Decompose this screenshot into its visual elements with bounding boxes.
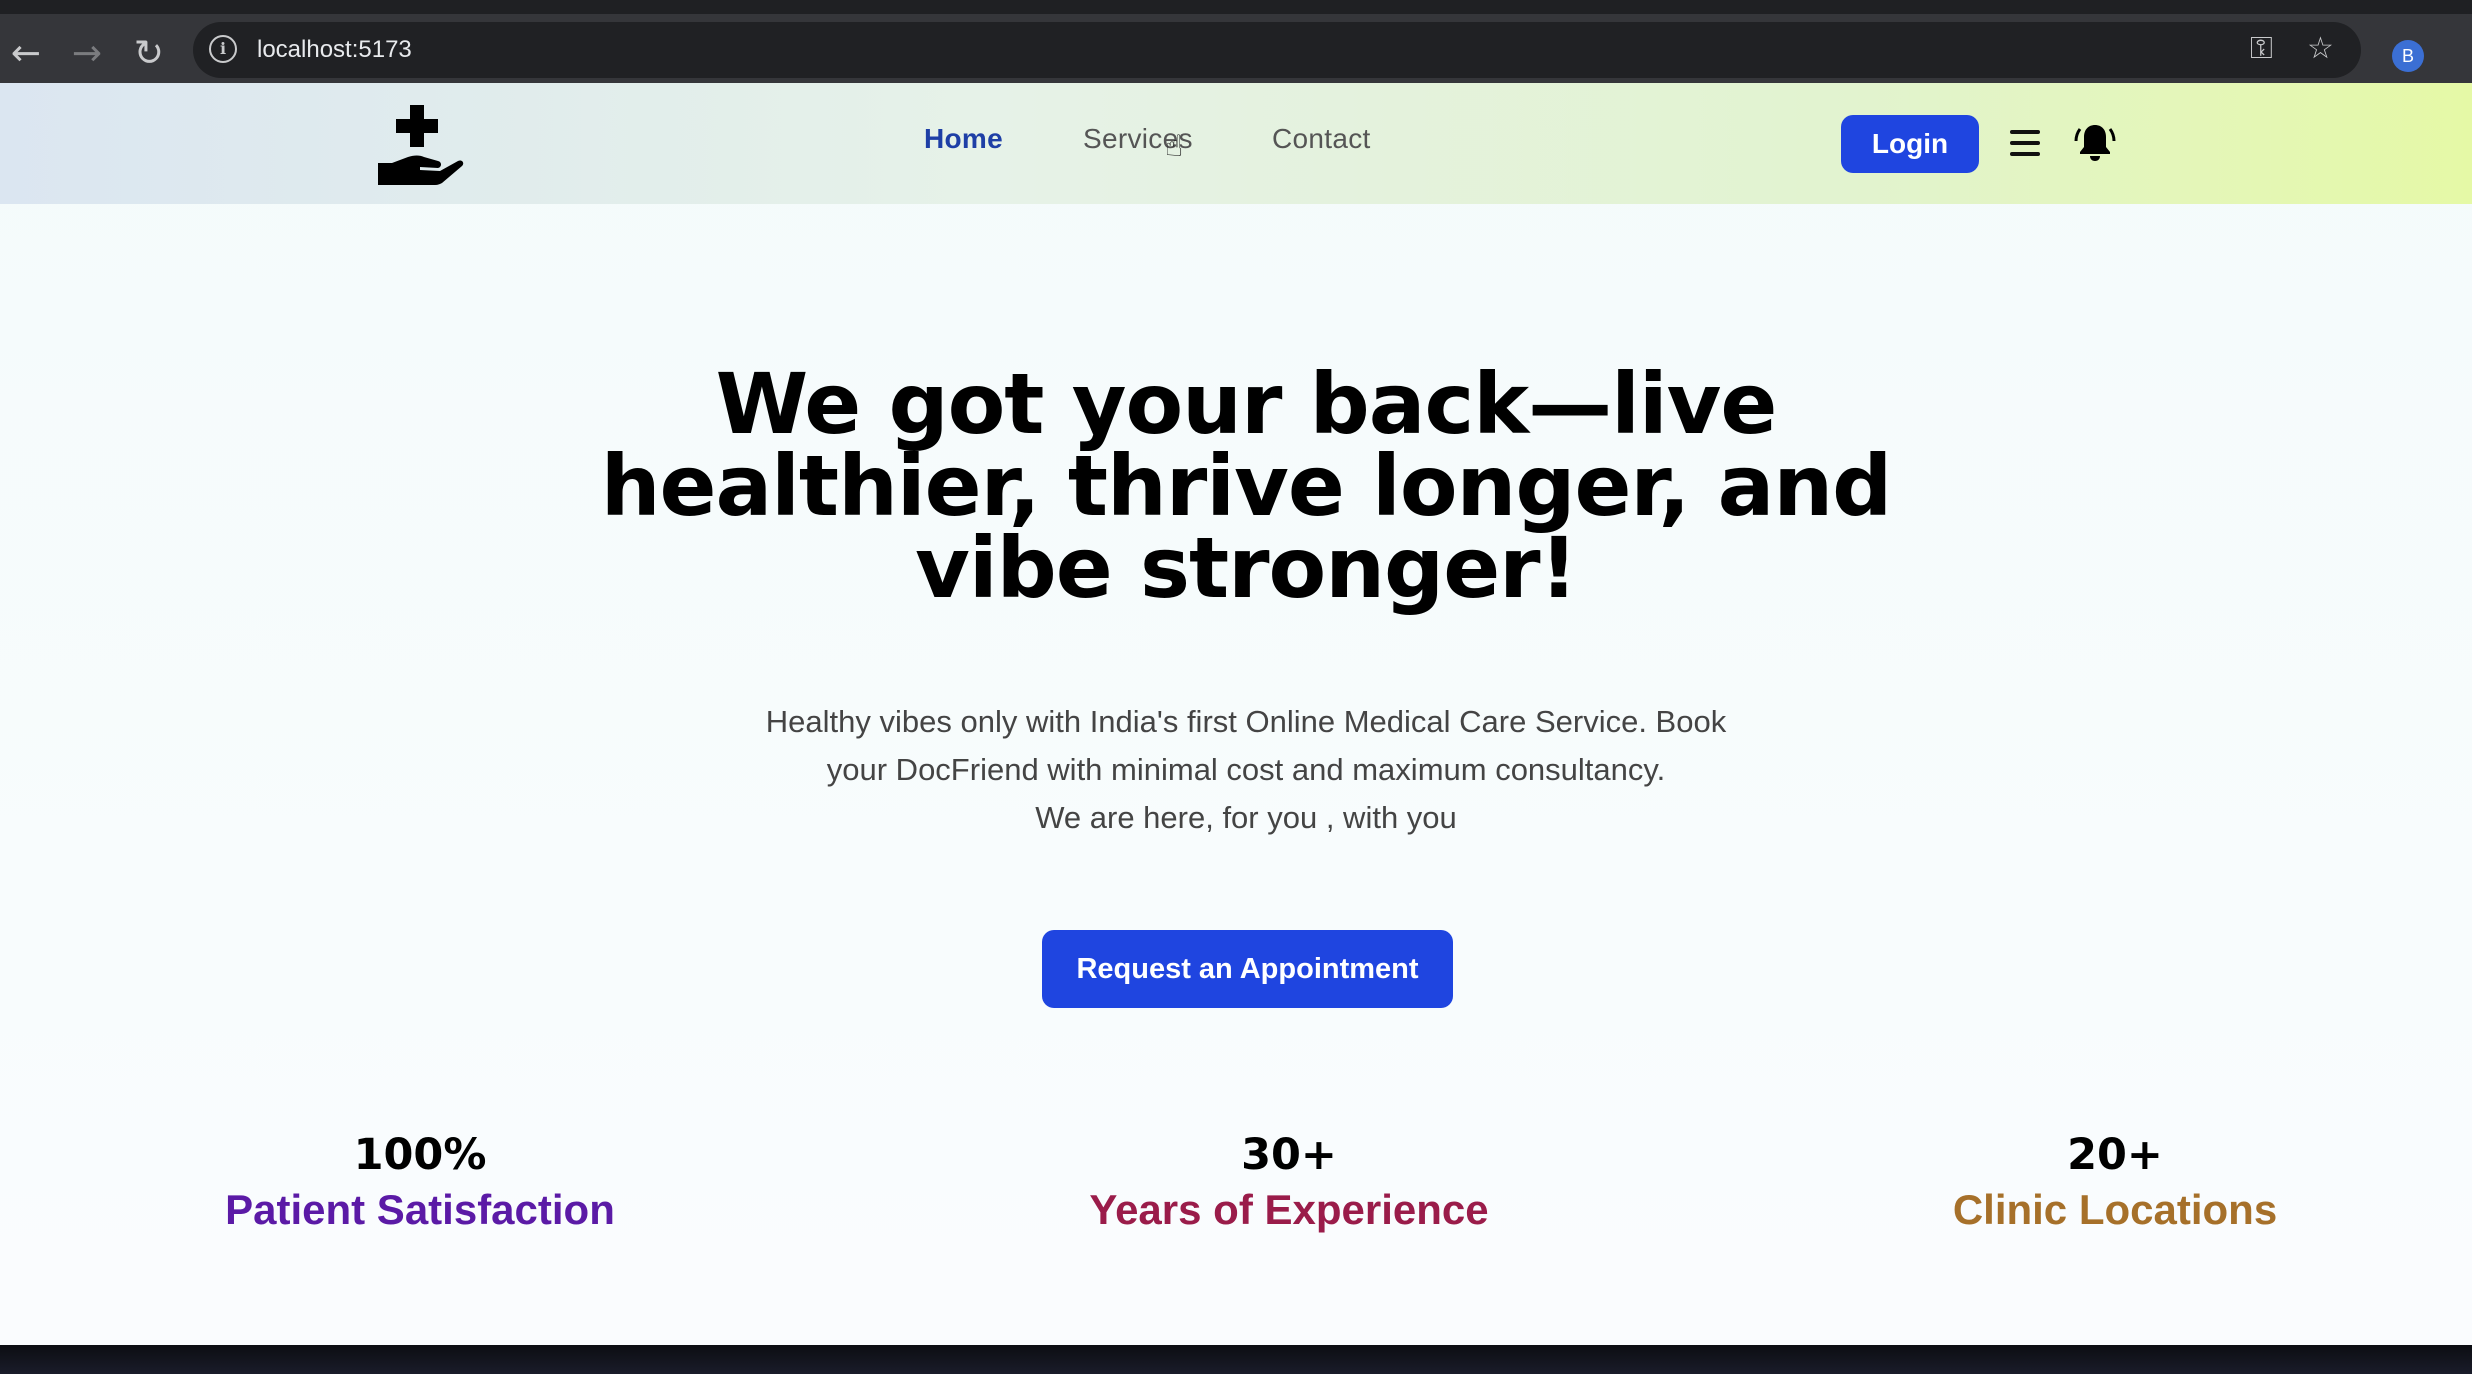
password-key-icon[interactable]: ⚿ bbox=[2250, 34, 2273, 64]
back-arrow-icon[interactable]: ← bbox=[4, 32, 48, 76]
stat-clinic-locations: 20+ Clinic Locations bbox=[1835, 1128, 2395, 1238]
page-content: Home Services Contact ☝ Login We got you… bbox=[0, 83, 2472, 1345]
stat-label: Patient Satisfaction bbox=[225, 1186, 615, 1233]
site-header: Home Services Contact ☝ Login bbox=[0, 83, 2472, 204]
forward-arrow-icon[interactable]: → bbox=[65, 32, 109, 76]
hand-cursor-icon: ☝ bbox=[1165, 129, 1184, 164]
bell-icon[interactable] bbox=[2074, 121, 2116, 163]
browser-toolbar: ← → ↻ i localhost:5173 ⚿ ☆ B ⋮ bbox=[0, 0, 2472, 83]
stat-label: Clinic Locations bbox=[1952, 1186, 2278, 1233]
stat-years-experience: 30+ Years of Experience bbox=[1009, 1128, 1569, 1238]
hero-title: We got your back—live healthier, thrive … bbox=[600, 355, 1893, 617]
stat-value: 20+ bbox=[2067, 1130, 2163, 1180]
profile-avatar[interactable]: B bbox=[2392, 40, 2424, 72]
address-bar[interactable]: i localhost:5173 bbox=[193, 22, 2361, 78]
url-text[interactable]: localhost:5173 bbox=[257, 36, 412, 64]
hero-description: Healthy vibes only with India's first On… bbox=[746, 698, 1746, 842]
stat-value: 100% bbox=[353, 1130, 487, 1180]
window-bottom-edge bbox=[0, 1345, 2472, 1374]
nav-contact-link[interactable]: Contact bbox=[1272, 123, 1371, 155]
hero-description-line: Healthy vibes only with India's first On… bbox=[765, 704, 1727, 787]
request-appointment-button[interactable]: Request an Appointment bbox=[1042, 930, 1453, 1008]
stat-patient-satisfaction: 100% Patient Satisfaction bbox=[140, 1128, 700, 1238]
reload-icon[interactable]: ↻ bbox=[127, 32, 171, 76]
browser-menu-icon[interactable]: ⋮ bbox=[2460, 42, 2472, 70]
site-info-icon[interactable]: i bbox=[209, 35, 237, 63]
stat-label: Years of Experience bbox=[1089, 1186, 1489, 1233]
hamburger-menu-icon[interactable] bbox=[2010, 130, 2040, 156]
bookmark-star-icon[interactable]: ☆ bbox=[2307, 34, 2334, 64]
login-button[interactable]: Login bbox=[1841, 115, 1979, 173]
hand-holding-medical-icon[interactable] bbox=[378, 105, 464, 185]
nav-home-link[interactable]: Home bbox=[924, 123, 1003, 155]
hero-tagline: We are here, for you , with you bbox=[1035, 800, 1457, 835]
stat-value: 30+ bbox=[1241, 1130, 1337, 1180]
